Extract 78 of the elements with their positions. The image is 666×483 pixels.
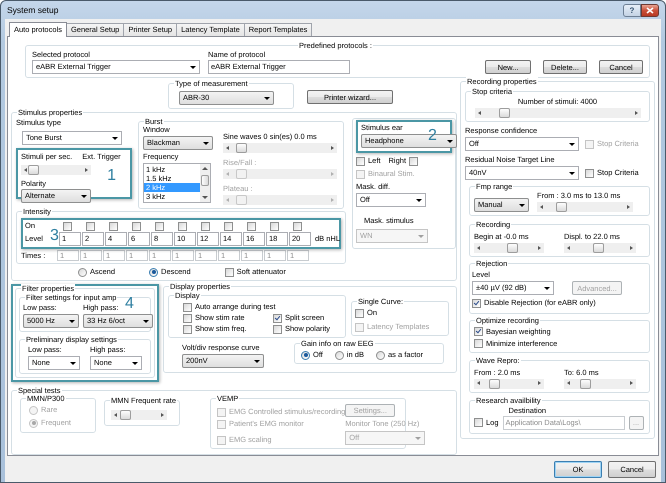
- radio-dot-icon: [152, 270, 156, 274]
- caret-icon: [132, 362, 138, 364]
- caret-icon: [190, 66, 196, 68]
- close-button[interactable]: [641, 4, 659, 16]
- checkbox[interactable]: [201, 222, 210, 230]
- close-icon: [646, 6, 654, 14]
- left-arrow-icon[interactable]: [478, 110, 480, 114]
- left-arrow-icon[interactable]: [567, 246, 570, 250]
- slider[interactable]: [223, 143, 337, 153]
- help-button[interactable]: ?: [623, 4, 641, 16]
- caret-icon: [69, 320, 75, 322]
- right-arrow-icon[interactable]: [538, 246, 541, 250]
- checkbox[interactable]: [247, 222, 256, 230]
- right-arrow-icon[interactable]: [630, 246, 633, 250]
- right-arrow-icon[interactable]: [538, 381, 541, 385]
- left-arrow-icon[interactable]: [540, 204, 543, 208]
- caret-icon: [415, 436, 422, 440]
- right-arrow-icon[interactable]: [627, 204, 630, 208]
- slider[interactable]: [474, 243, 544, 253]
- caret-icon: [254, 360, 260, 362]
- left-arrow-icon[interactable]: [477, 381, 480, 385]
- slider-thumb[interactable]: [507, 243, 518, 253]
- slider-thumb[interactable]: [236, 143, 247, 153]
- checkmark-icon: [474, 299, 480, 305]
- left-arrow-icon[interactable]: [226, 146, 229, 150]
- callout-number: 1: [107, 168, 116, 184]
- slider-thumb[interactable]: [498, 108, 510, 118]
- checkmark-icon: [476, 328, 482, 334]
- slider-thumb[interactable]: [593, 243, 604, 253]
- right-arrow-icon[interactable]: [85, 168, 88, 172]
- scrollbar[interactable]: [200, 164, 210, 202]
- slider[interactable]: [564, 378, 636, 388]
- left-arrow-icon[interactable]: [114, 412, 117, 416]
- checkbox[interactable]: [155, 222, 164, 230]
- caret-icon: [264, 96, 270, 100]
- slider[interactable]: [21, 165, 91, 175]
- right-arrow-icon[interactable]: [630, 381, 633, 385]
- slider-thumb[interactable]: [580, 378, 592, 388]
- radio-dot-icon: [304, 353, 308, 357]
- callout-number: 3: [50, 228, 59, 244]
- caret-icon: [447, 140, 453, 142]
- caret-icon: [569, 142, 575, 146]
- slider[interactable]: [111, 410, 167, 420]
- slider-thumb[interactable]: [488, 378, 500, 388]
- caret-icon: [143, 320, 149, 322]
- caret-icon: [519, 204, 525, 206]
- checkbox[interactable]: [63, 222, 72, 230]
- checkbox[interactable]: [224, 222, 233, 230]
- radio-dot-icon: [32, 421, 36, 425]
- left-arrow-icon[interactable]: [567, 381, 570, 385]
- caret-icon: [569, 172, 575, 174]
- slider-thumb[interactable]: [120, 410, 132, 420]
- slider[interactable]: [564, 243, 636, 253]
- left-arrow-icon[interactable]: [477, 246, 480, 250]
- callout-number: 4: [125, 296, 134, 312]
- caret-icon: [70, 362, 76, 364]
- right-arrow-icon[interactable]: [634, 110, 638, 114]
- checkbox[interactable]: [293, 222, 302, 230]
- window-title: System setup: [7, 5, 58, 15]
- caret-icon: [203, 142, 209, 144]
- caret-icon: [418, 234, 424, 238]
- right-arrow-icon[interactable]: [331, 146, 334, 150]
- slider[interactable]: [537, 202, 633, 212]
- checkbox[interactable]: [270, 222, 279, 230]
- slider[interactable]: [474, 108, 640, 118]
- checkbox[interactable]: [132, 222, 141, 230]
- checkbox[interactable]: [178, 222, 187, 230]
- checkmark-icon: [274, 314, 280, 320]
- right-arrow-icon[interactable]: [161, 412, 164, 416]
- caret-icon: [81, 194, 87, 198]
- caret-icon: [416, 198, 422, 202]
- caret-icon: [544, 286, 550, 290]
- slider[interactable]: [474, 378, 544, 388]
- slider-thumb[interactable]: [556, 202, 568, 212]
- checkbox[interactable]: [109, 222, 118, 230]
- slider-thumb[interactable]: [28, 165, 40, 175]
- caret-icon: [112, 136, 118, 140]
- checkbox[interactable]: [86, 222, 95, 230]
